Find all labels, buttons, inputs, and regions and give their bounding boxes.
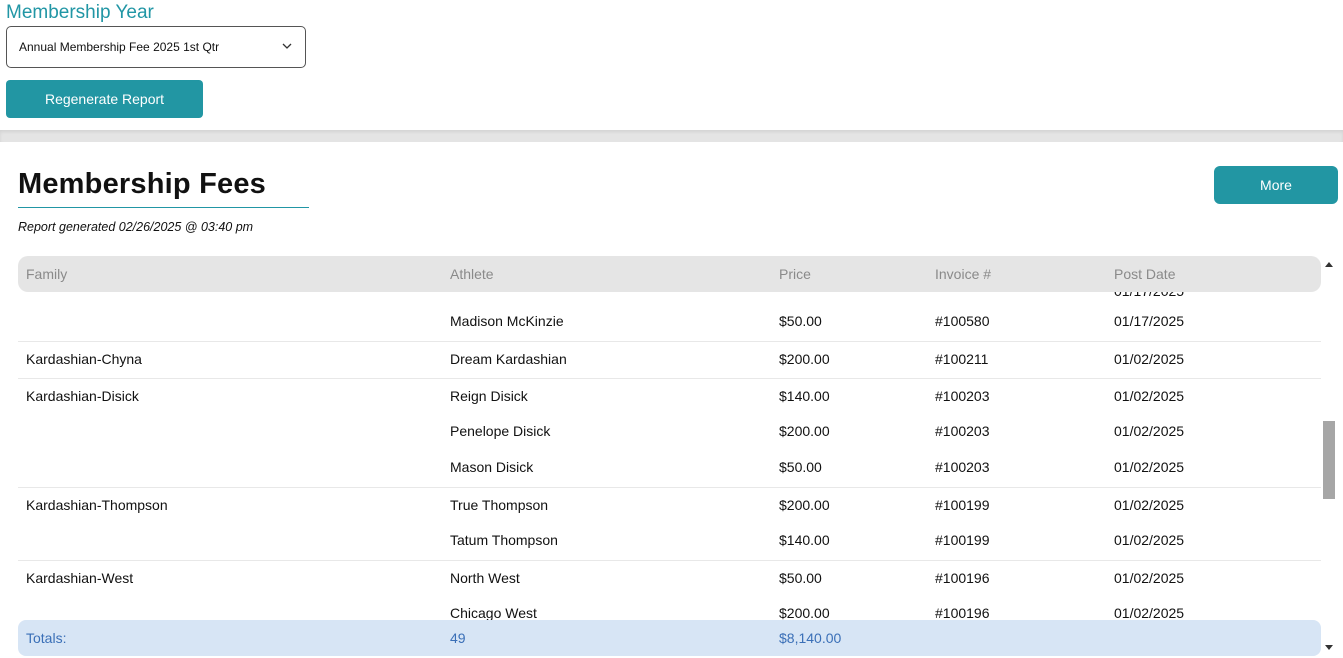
- arrow-up-icon[interactable]: [1325, 262, 1333, 267]
- header-post-date[interactable]: Post Date: [1114, 266, 1175, 282]
- report-title: Membership Fees: [18, 168, 266, 200]
- cell-athlete: Mason Disick: [450, 459, 534, 475]
- cell-athlete: True Thompson: [450, 497, 549, 513]
- cell-price: $200.00: [779, 605, 830, 621]
- cell-post-date: 01/02/2025: [1114, 532, 1185, 548]
- table-row[interactable]: Mason Disick $50.00 #100203 01/02/2025: [18, 450, 1321, 487]
- cell-athlete: North West: [450, 570, 520, 586]
- cell-invoice: #100211: [935, 351, 989, 367]
- table-row[interactable]: Tatum Thompson $140.00 #100199 01/02/202…: [18, 523, 1321, 560]
- table-header: Family Athlete Price Invoice # Post Date: [18, 256, 1321, 292]
- table-row[interactable]: Kardashian-West North West $50.00 #10019…: [18, 560, 1321, 597]
- filter-panel: Membership Year Annual Membership Fee 20…: [0, 0, 1343, 130]
- table-row[interactable]: Kardashian-Chyna Dream Kardashian $200.0…: [18, 341, 1321, 378]
- totals-count: 49: [450, 630, 466, 646]
- cell-post-date: 01/02/2025: [1114, 459, 1185, 475]
- membership-year-select[interactable]: Annual Membership Fee 2025 1st Qtr: [6, 26, 306, 68]
- cell-post-date: 01/17/2025: [1114, 313, 1185, 329]
- cell-athlete: Penelope Disick: [450, 423, 551, 439]
- header-price[interactable]: Price: [779, 266, 811, 282]
- cell-invoice: #100203: [935, 423, 990, 439]
- cell-price: $50.00: [779, 459, 822, 475]
- cell-price: $200.00: [779, 423, 830, 439]
- cell-family: Kardashian-Thompson: [26, 497, 168, 513]
- table-body: 01/17/2025 Madison McKinzie $50.00 #1005…: [18, 256, 1321, 656]
- header-family[interactable]: Family: [26, 266, 67, 282]
- table-row[interactable]: Kardashian-Disick Reign Disick $140.00 #…: [18, 378, 1321, 415]
- table-totals-row: Totals: 49 $8,140.00: [18, 620, 1321, 656]
- header-athlete[interactable]: Athlete: [450, 266, 494, 282]
- title-underline: [18, 207, 309, 208]
- report-generated-text: Report generated 02/26/2025 @ 03:40 pm: [18, 220, 254, 234]
- cell-invoice: #100196: [935, 605, 990, 621]
- cell-invoice: #100203: [935, 388, 990, 404]
- section-divider: [0, 130, 1343, 142]
- cell-athlete: Reign Disick: [450, 388, 528, 404]
- membership-year-label: Membership Year: [6, 2, 154, 23]
- table-row[interactable]: Kardashian-Thompson True Thompson $200.0…: [18, 487, 1321, 524]
- totals-label: Totals:: [26, 630, 67, 646]
- cell-invoice: #100199: [935, 532, 990, 548]
- regenerate-report-button[interactable]: Regenerate Report: [6, 80, 203, 118]
- cell-family: Kardashian-Disick: [26, 388, 139, 404]
- cell-post-date: 01/02/2025: [1114, 388, 1185, 404]
- cell-invoice: #100203: [935, 459, 990, 475]
- cell-post-date: 01/02/2025: [1114, 570, 1185, 586]
- cell-post-date: 01/02/2025: [1114, 497, 1185, 513]
- table-scrollbar[interactable]: [1321, 256, 1337, 656]
- table-row[interactable]: Madison McKinzie $50.00 #100580 01/17/20…: [18, 304, 1321, 341]
- cell-price: $140.00: [779, 532, 830, 548]
- totals-amount: $8,140.00: [779, 630, 842, 646]
- cell-athlete: Tatum Thompson: [450, 532, 558, 548]
- cell-family: Kardashian-West: [26, 570, 134, 586]
- cell-athlete: Dream Kardashian: [450, 351, 567, 367]
- cell-athlete: Chicago West: [450, 605, 537, 621]
- header-invoice[interactable]: Invoice #: [935, 266, 991, 282]
- cell-athlete: Madison McKinzie: [450, 313, 564, 329]
- chevron-down-icon: [282, 43, 292, 49]
- scrollbar-thumb[interactable]: [1323, 421, 1335, 499]
- cell-family: Kardashian-Chyna: [26, 351, 142, 367]
- cell-price: $50.00: [779, 570, 822, 586]
- cell-post-date: 01/02/2025: [1114, 351, 1185, 367]
- cell-post-date: 01/02/2025: [1114, 605, 1185, 621]
- membership-fees-table: 01/17/2025 Madison McKinzie $50.00 #1005…: [18, 256, 1321, 656]
- cell-invoice: #100199: [935, 497, 990, 513]
- cell-price: $50.00: [779, 313, 822, 329]
- cell-price: $200.00: [779, 497, 830, 513]
- cell-price: $200.00: [779, 351, 830, 367]
- cell-invoice: #100196: [935, 570, 990, 586]
- cell-invoice: #100580: [935, 313, 990, 329]
- cell-post-date: 01/02/2025: [1114, 423, 1185, 439]
- cell-price: $140.00: [779, 388, 830, 404]
- arrow-down-icon[interactable]: [1325, 645, 1333, 650]
- more-button[interactable]: More: [1214, 166, 1338, 204]
- table-row[interactable]: Penelope Disick $200.00 #100203 01/02/20…: [18, 414, 1321, 451]
- membership-year-value: Annual Membership Fee 2025 1st Qtr: [19, 40, 220, 54]
